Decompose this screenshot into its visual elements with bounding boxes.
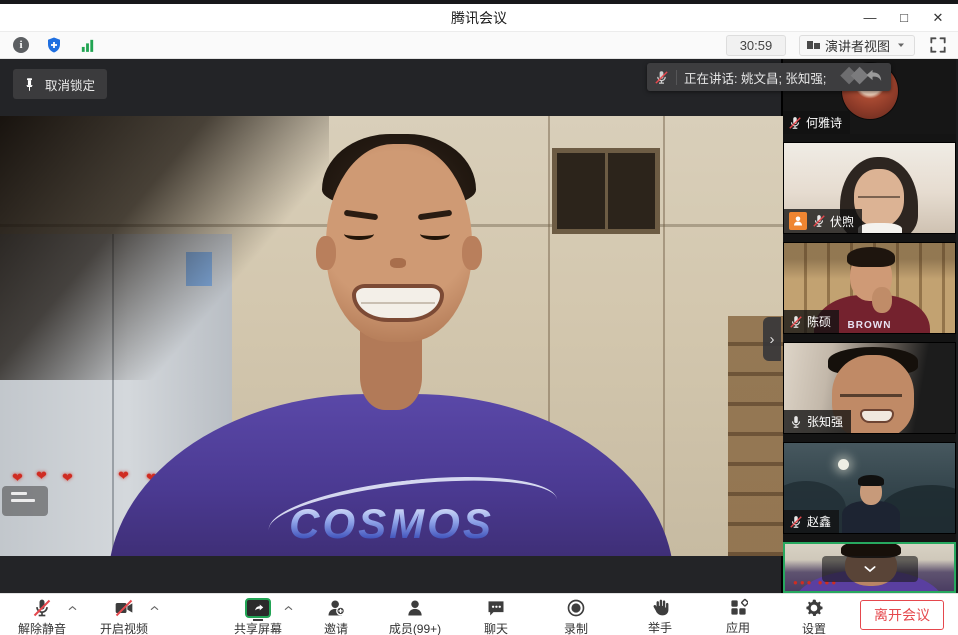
chevron-down-icon (862, 561, 878, 577)
participant-tile-chenshuo[interactable]: BROWN 陈硕 (783, 242, 956, 334)
window-title: 腾讯会议 (451, 8, 507, 28)
speaking-prefix: 正在讲话: (684, 72, 737, 86)
mini-stats-overlay[interactable] (2, 486, 48, 516)
title-bar: 腾讯会议 — □ ✕ (0, 4, 958, 32)
speaking-names: 姚文昌; 张知强; (741, 72, 826, 86)
mic-muted-icon (789, 515, 803, 529)
leave-meeting-button[interactable]: 离开会议 (860, 600, 944, 630)
meeting-timer: 30:59 (726, 35, 786, 56)
close-button[interactable]: ✕ (924, 7, 952, 29)
chat-button[interactable]: 聊天 (464, 595, 528, 635)
participant-name-tag: 陈硕 (784, 310, 839, 333)
participants-sidebar: 何雅诗 伏煦 (783, 59, 956, 593)
chevron-down-icon (895, 39, 907, 51)
raise-hand-icon (651, 598, 670, 617)
main-speaker-video: ❤ ❤ ❤ ❤ ❤ ❤ (0, 116, 783, 556)
window-controls: — □ ✕ (856, 4, 952, 31)
apps-button[interactable]: 应用 (706, 595, 770, 635)
mic-active-icon (789, 415, 803, 429)
unlock-pin-label: 取消锁定 (45, 75, 95, 94)
participants-scroll-down-button[interactable] (822, 556, 918, 582)
banner-decoration-icons (839, 64, 885, 90)
camera-off-icon (113, 598, 135, 618)
mic-muted-icon (788, 116, 802, 130)
host-badge-icon (789, 212, 807, 230)
participant-tile-zhangzhiqiang[interactable]: 张知强 (783, 342, 956, 434)
sweatshirt-logo-text: COSMOS (0, 500, 783, 548)
participant-tile-zhaoxin[interactable]: 赵鑫 (783, 442, 956, 534)
members-button[interactable]: 成员(99+) (378, 595, 452, 635)
participant-name-tag: 张知强 (784, 410, 851, 433)
virtual-background-moon (838, 459, 849, 470)
mic-muted-icon (812, 214, 826, 228)
view-mode-selector[interactable]: 演讲者视图 (799, 35, 915, 56)
sidebar-collapse-handle[interactable]: › (763, 317, 781, 361)
share-screen-button[interactable]: 共享屏幕 (226, 595, 290, 635)
gear-icon (804, 598, 824, 618)
status-right-controls: 30:59 演讲者视图 (726, 35, 948, 56)
start-video-button[interactable]: 开启视频 (92, 595, 156, 635)
speaking-now-banner: 正在讲话: 姚文昌; 张知强; (647, 63, 891, 91)
members-icon (405, 598, 425, 618)
participant-name-tag: 赵鑫 (784, 510, 839, 533)
layout-grid-icon (807, 41, 820, 49)
kitchen-cabinet (552, 148, 660, 234)
main-speaker-stage: ❤ ❤ ❤ ❤ ❤ ❤ (0, 59, 783, 593)
participant-name-tag: 伏煦 (784, 209, 862, 233)
view-mode-label: 演讲者视图 (825, 36, 890, 55)
status-left-icons: i (10, 35, 98, 55)
tencent-meeting-window: 腾讯会议 — □ ✕ i 30:59 演讲者视图 (0, 0, 958, 635)
unmute-options-caret[interactable] (65, 601, 79, 615)
share-options-caret[interactable] (281, 601, 295, 615)
participant-tile-active-speaker[interactable]: ●●● ●●● (783, 542, 956, 593)
share-screen-icon (245, 598, 271, 618)
network-signal-icon[interactable] (76, 35, 98, 55)
chat-bubble-icon (486, 598, 506, 618)
invite-button[interactable]: 邀请 (304, 595, 368, 635)
mic-muted-icon (32, 598, 52, 618)
unmute-button[interactable]: 解除静音 (10, 595, 74, 635)
fullscreen-button[interactable] (928, 35, 948, 55)
invite-person-icon (326, 598, 346, 618)
apps-grid-icon (729, 598, 748, 617)
security-shield-icon[interactable] (43, 35, 65, 55)
mic-muted-icon (654, 70, 669, 85)
settings-button[interactable]: 设置 (782, 595, 846, 635)
record-button[interactable]: 录制 (544, 595, 608, 635)
bottom-toolbar: 解除静音 开启视频 共享屏幕 邀请 成员(99+) 聊天 录制 (0, 593, 958, 635)
record-icon (566, 598, 586, 618)
raise-hand-button[interactable]: 举手 (628, 595, 692, 635)
meeting-content: ❤ ❤ ❤ ❤ ❤ ❤ (0, 59, 958, 593)
participant-name-tag: 何雅诗 (783, 111, 850, 134)
maximize-button[interactable]: □ (890, 7, 918, 29)
video-options-caret[interactable] (147, 601, 161, 615)
meeting-info-icon[interactable]: i (10, 35, 32, 55)
meeting-status-bar: i 30:59 演讲者视图 (0, 32, 958, 59)
pin-icon (22, 77, 37, 92)
mic-muted-icon (789, 315, 803, 329)
participant-tile-fuxu[interactable]: 伏煦 (783, 142, 956, 234)
unlock-pin-button[interactable]: 取消锁定 (13, 69, 107, 99)
minimize-button[interactable]: — (856, 7, 884, 29)
